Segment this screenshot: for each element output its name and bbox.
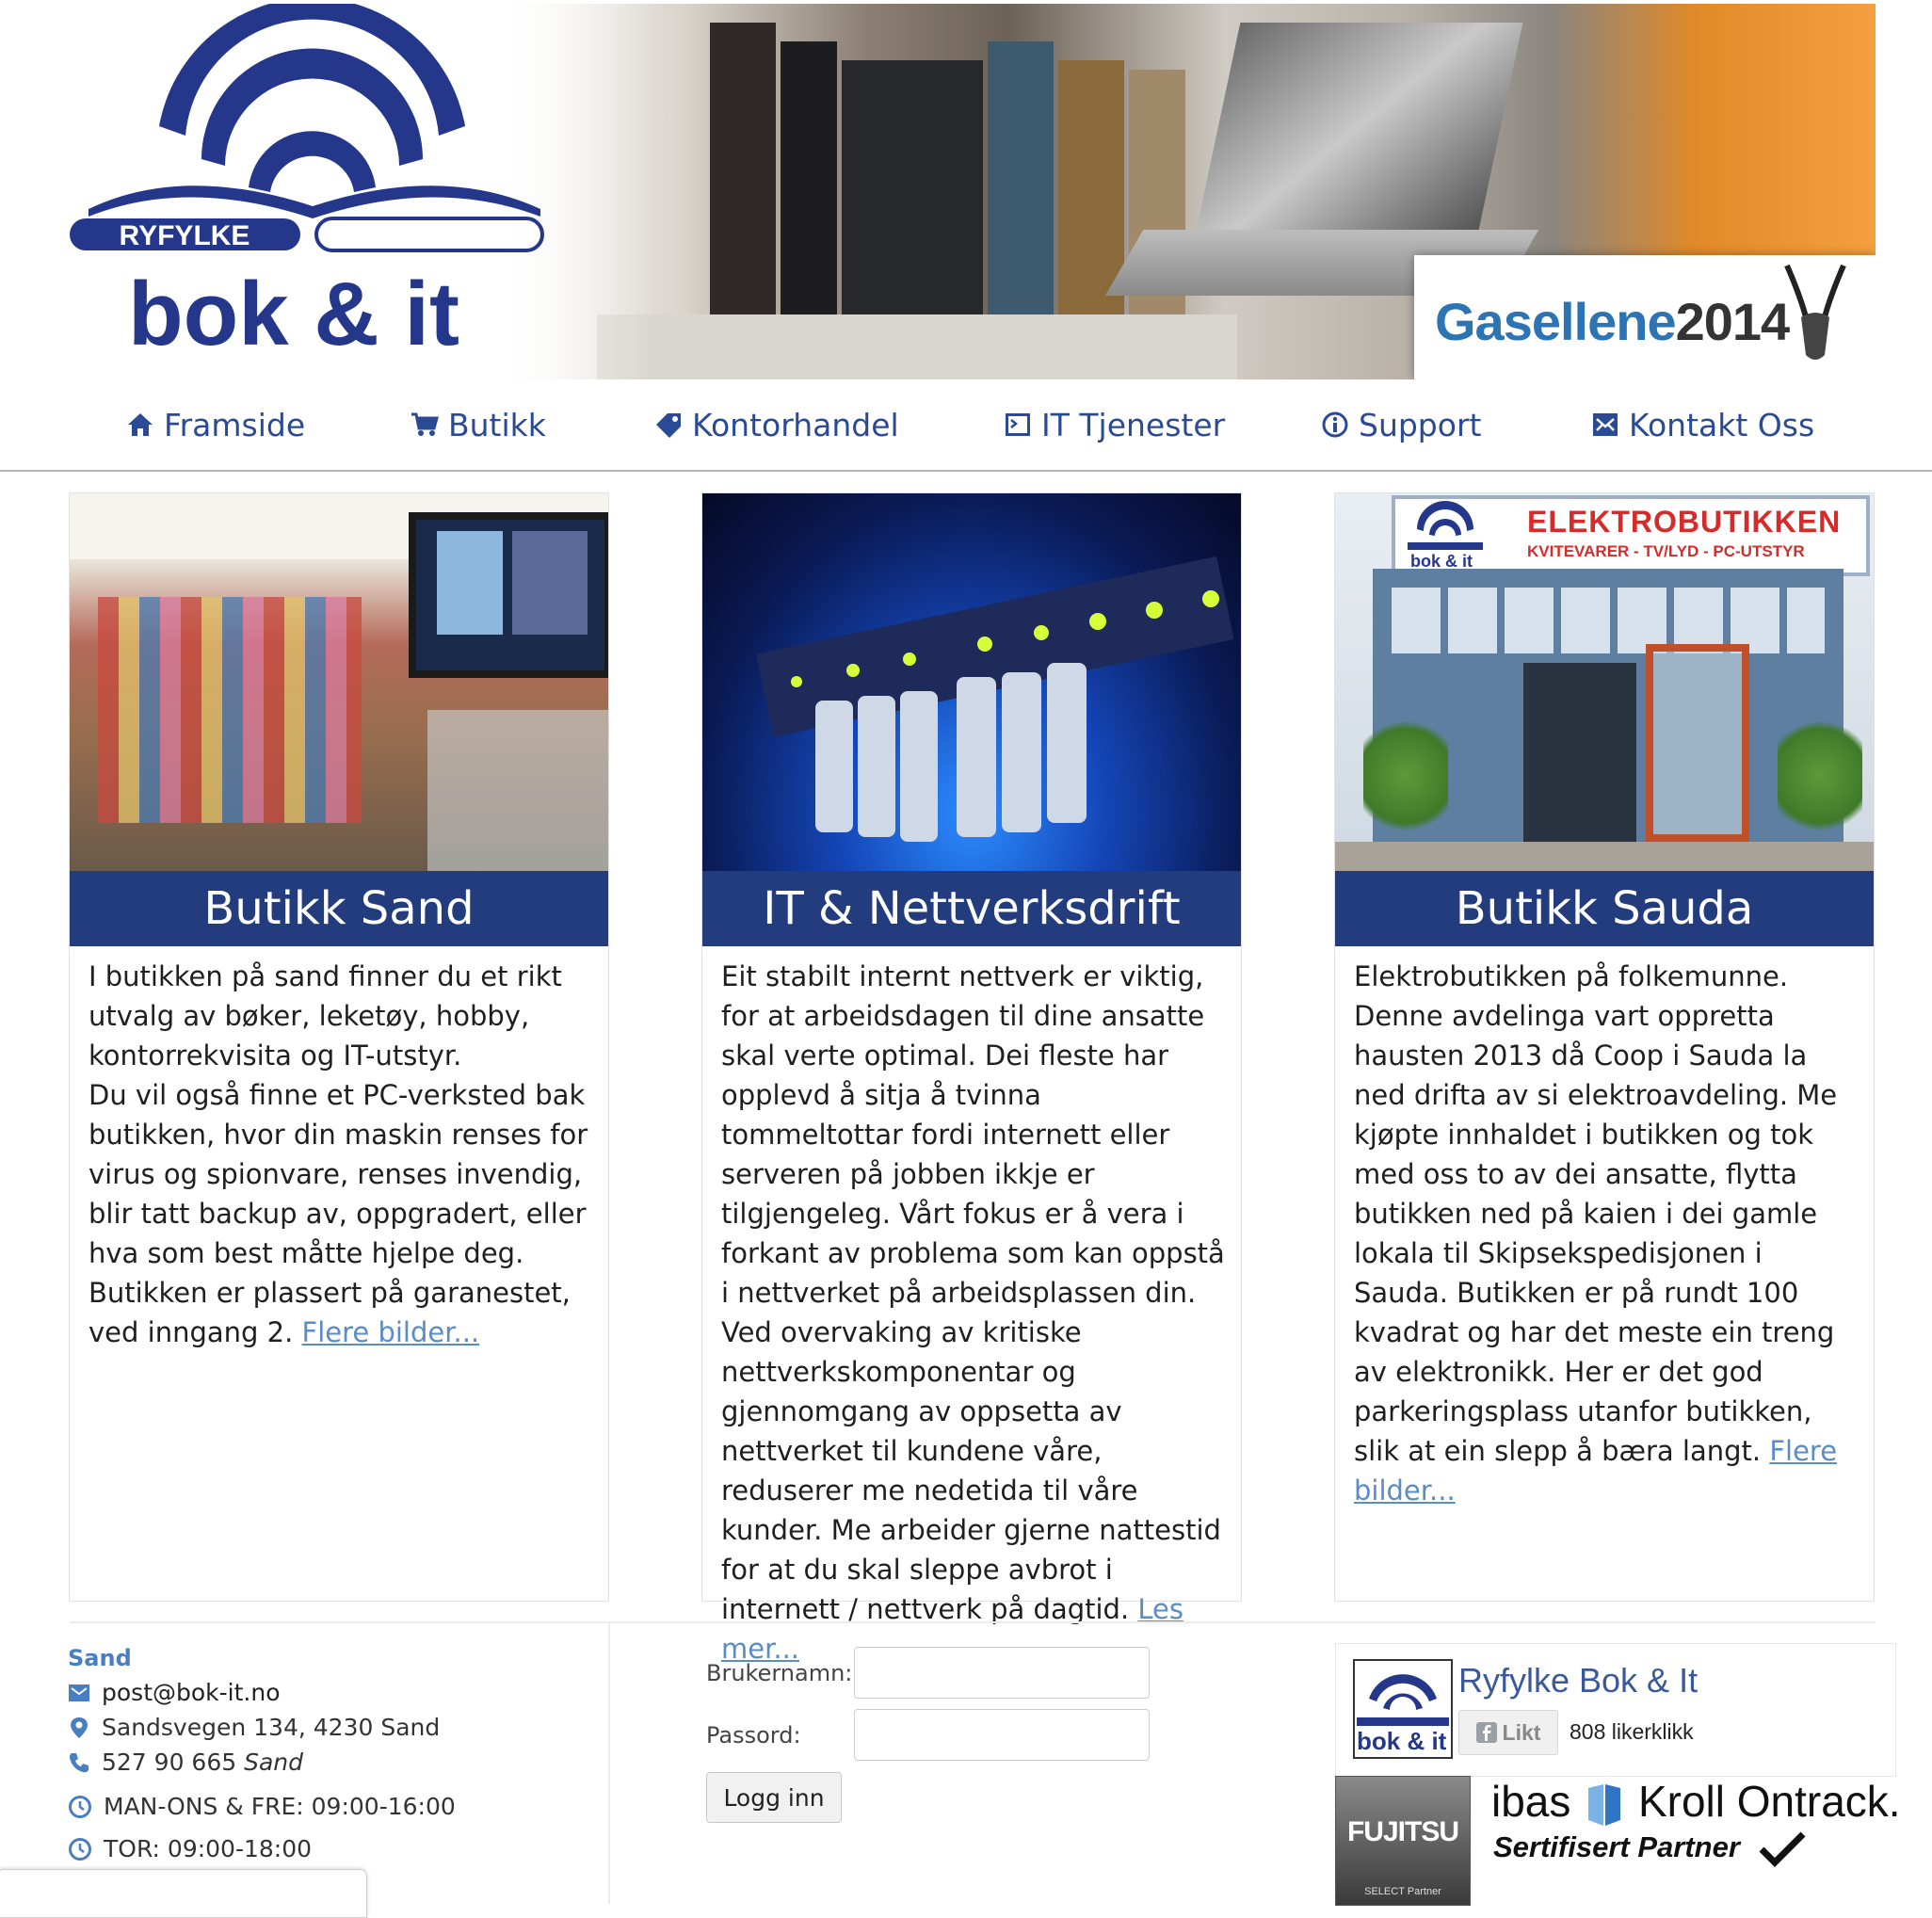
butikk-sauda-photo[interactable]: bok & it ELEKTROBUTIKKEN KVITEVARER - TV…: [1335, 493, 1874, 871]
checkmark-icon: [1759, 1831, 1805, 1867]
facebook-icon: [1475, 1722, 1497, 1743]
contact-address: Sandsvegen 134, 4230 Sand: [102, 1714, 441, 1741]
contact-phone: 527 90 665: [102, 1749, 237, 1776]
username-input[interactable]: [854, 1647, 1150, 1699]
logo-main-text: bok & it: [128, 264, 459, 364]
sign-subtitle: KVITEVARER - TV/LYD - PC-UTSTYR: [1527, 542, 1805, 560]
card-butikk-sauda: bok & it ELEKTROBUTIKKEN KVITEVARER - TV…: [1334, 492, 1875, 1602]
clock-icon: [69, 1837, 91, 1861]
footer-column-divider: [608, 1623, 610, 1904]
gazelle-icon: [1784, 264, 1846, 360]
terminal-icon: [1006, 413, 1030, 436]
logo-thumbnail: bok & it: [1357, 1674, 1449, 1755]
nav-label: Support: [1359, 406, 1482, 443]
card-title: Butikk Sand: [70, 871, 608, 946]
card-title: Butikk Sauda: [1335, 871, 1874, 946]
gasellene-award: Gasellene2014: [1414, 255, 1876, 379]
facebook-like-count: 808 likerklikk: [1570, 1719, 1694, 1744]
sign-title: ELEKTROBUTIKKEN: [1527, 505, 1842, 539]
phone-icon: [70, 1752, 89, 1772]
nav-support[interactable]: Support: [1321, 406, 1481, 443]
username-label: Brukernamn:: [706, 1660, 853, 1686]
award-word: Gasellene: [1435, 292, 1677, 351]
nav-label: Kontakt Oss: [1629, 406, 1815, 443]
login-button[interactable]: Logg inn: [706, 1772, 842, 1823]
opening-hours-weekdays: MAN-ONS & FRE: 09:00-16:00: [104, 1793, 456, 1820]
facebook-page-box: bok & it Ryfylke Bok & It Likt 808 liker…: [1335, 1643, 1896, 1777]
main-nav: Framside Butikk Kontorhandel IT Tjeneste…: [0, 379, 1932, 472]
password-label: Passord:: [706, 1722, 801, 1749]
card-text: Elektrobutikken på folkemunne. Denne avd…: [1354, 957, 1862, 1510]
card-it-nettverksdrift: IT & Nettverksdrift Eit stabilt internt …: [701, 492, 1242, 1665]
tag-icon: [656, 413, 681, 438]
contact-phone-location: Sand: [244, 1749, 303, 1776]
facebook-page-logo[interactable]: bok & it: [1353, 1659, 1453, 1759]
contact-location: Sand: [68, 1644, 132, 1671]
network-cables-graphic: [755, 556, 1234, 842]
certified-partner: Sertifisert Partner: [1493, 1830, 1807, 1868]
nav-label: Kontorhandel: [692, 406, 899, 443]
fujitsu-logo-text: FUJITSU: [1346, 1816, 1459, 1847]
more-images-link[interactable]: Flere bilder...: [302, 1316, 480, 1348]
contact-email-row[interactable]: post@bok-it.no: [68, 1675, 456, 1710]
fujitsu-partner-text: SELECT Partner: [1364, 1886, 1441, 1897]
like-label: Likt: [1502, 1719, 1541, 1745]
book-icon: [1588, 1783, 1621, 1826]
logo-top-word: RYFYLKE: [120, 220, 250, 251]
card-body: I butikken på sand finner du et rikt utv…: [89, 960, 588, 1348]
ibas-kroll-logo[interactable]: ibas Kroll Ontrack.: [1491, 1776, 1901, 1828]
logo[interactable]: RYFYLKE bok & it: [70, 4, 653, 379]
network-switch-photo[interactable]: [702, 493, 1241, 871]
nav-it-tjenester[interactable]: IT Tjenester: [1004, 406, 1225, 443]
svg-text:bok & it: bok & it: [1410, 552, 1473, 571]
header-banner: RYFYLKE bok & it Gasellene2014: [70, 4, 1876, 379]
nav-kontakt-oss[interactable]: Kontakt Oss: [1591, 406, 1814, 443]
card-body: Elektrobutikken på folkemunne. Denne avd…: [1354, 960, 1838, 1467]
certified-partner-text: Sertifisert Partner: [1493, 1830, 1740, 1864]
sign-logo: bok & it: [1408, 501, 1483, 571]
info-icon: [1322, 411, 1348, 438]
envelope-icon: [69, 1684, 89, 1701]
nav-kontorhandel[interactable]: Kontorhandel: [654, 406, 899, 443]
gasellene-text: Gasellene2014: [1435, 291, 1790, 352]
card-title: IT & Nettverksdrift: [702, 871, 1241, 946]
clock-icon: [69, 1795, 91, 1818]
nav-label: Framside: [164, 406, 306, 443]
home-icon: [128, 413, 153, 436]
bottom-popup-tab[interactable]: [0, 1869, 367, 1918]
store-sign: bok & it ELEKTROBUTIKKEN KVITEVARER - TV…: [1392, 495, 1870, 576]
nav-label: Butikk: [448, 406, 546, 443]
cart-icon: [411, 412, 439, 436]
nav-framside[interactable]: Framside: [126, 406, 305, 443]
contact-email[interactable]: post@bok-it.no: [102, 1679, 281, 1706]
svg-text:bok & it: bok & it: [1357, 1727, 1447, 1755]
butikk-sand-photo[interactable]: [70, 493, 608, 871]
kroll-ontrack-text: Kroll Ontrack.: [1637, 1777, 1901, 1826]
footer-divider: [70, 1621, 1876, 1623]
logo-graphic: RYFYLKE bok & it: [70, 4, 544, 364]
fujitsu-partner-badge[interactable]: FUJITSU SELECT Partner: [1335, 1776, 1471, 1906]
nav-label: IT Tjenester: [1041, 406, 1226, 443]
facebook-like-button[interactable]: Likt: [1458, 1710, 1558, 1755]
card-text: Eit stabilt internt nettverk er viktig, …: [721, 957, 1230, 1668]
facebook-page-name[interactable]: Ryfylke Bok & It: [1458, 1661, 1698, 1700]
card-body: Eit stabilt internt nettverk er viktig, …: [721, 960, 1225, 1625]
envelope-icon: [1593, 413, 1618, 436]
password-input[interactable]: [854, 1709, 1150, 1761]
card-butikk-sand: Butikk Sand I butikken på sand finner du…: [69, 492, 609, 1602]
ibas-text: ibas: [1491, 1777, 1571, 1826]
nav-butikk[interactable]: Butikk: [411, 406, 546, 443]
card-text: I butikken på sand finner du et rikt utv…: [89, 957, 597, 1352]
contact-info: Sand post@bok-it.no Sandsvegen 134, 4230…: [68, 1640, 456, 1866]
map-marker-icon: [71, 1717, 88, 1738]
opening-hours-thursday: TOR: 09:00-18:00: [104, 1835, 313, 1862]
